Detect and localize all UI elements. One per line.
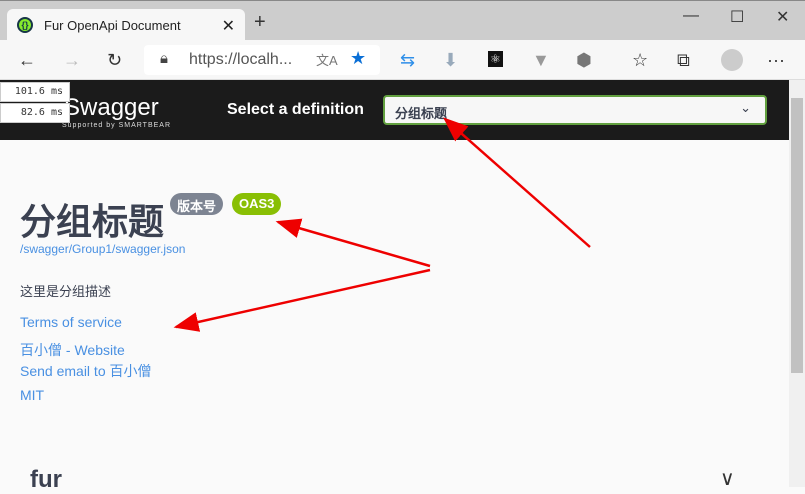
annotation-arrows [173,117,591,332]
annotation-arrow [275,218,431,268]
annotation-arrow [173,268,431,332]
annotation-arrow [443,117,591,248]
